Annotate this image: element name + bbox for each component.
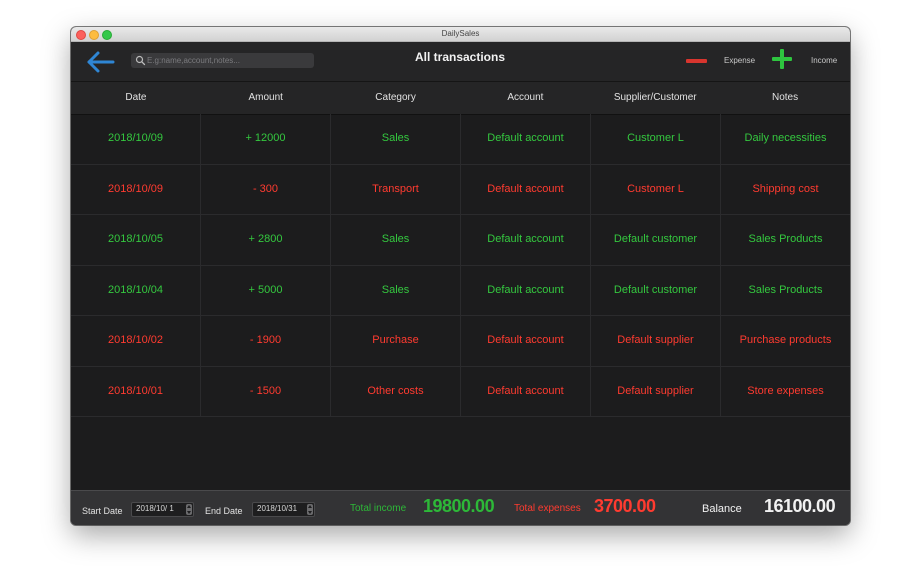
table-row[interactable]: 2018/10/02 - 1900 Purchase Default accou… (71, 316, 850, 367)
balance-value: 16100.00 (764, 496, 836, 516)
end-date-stepper[interactable] (307, 504, 313, 515)
income-label: Income (811, 56, 838, 65)
start-date-value: 2018/10/ 1 (136, 504, 174, 513)
account-cell: Default account (461, 265, 591, 315)
total-income-value: 19800.00 (423, 496, 495, 516)
date-cell: 2018/10/04 (71, 265, 201, 315)
date-cell: 2018/10/02 (71, 316, 201, 366)
back-button[interactable] (85, 50, 117, 74)
notes-cell: Daily necessities (744, 132, 827, 144)
date-cell: 2018/10/09 (71, 114, 201, 164)
date-cell: 2018/10/05 (71, 215, 201, 265)
account-cell: Default account (461, 316, 591, 366)
summary-footer: Start Date 2018/10/ 1 End Date 2018/10/3… (71, 490, 850, 525)
table-row[interactable]: 2018/10/09 - 300 Transport Default accou… (71, 164, 850, 215)
notes-cell: Store expenses (747, 384, 824, 397)
title-bar: DailySales (71, 27, 850, 42)
supplier-customer-cell: Default supplier (591, 366, 721, 416)
transactions-table: 2018/10/09 + 12000 Sales Default account… (71, 114, 850, 417)
category-cell: Other costs (331, 366, 461, 416)
category-cell: Transport (331, 164, 461, 214)
balance-label: Balance (702, 503, 742, 515)
category-cell: Sales (331, 265, 461, 315)
start-date-picker[interactable]: 2018/10/ 1 (131, 502, 194, 517)
account-cell: Default account (461, 366, 591, 416)
table-row[interactable]: 2018/10/09 + 12000 Sales Default account… (71, 114, 850, 165)
start-date-label: Start Date (82, 506, 123, 516)
expense-label: Expense (724, 56, 756, 65)
notes-cell: Shipping cost (752, 182, 819, 195)
page-title: All transactions (414, 50, 506, 64)
date-cell: 2018/10/01 (71, 366, 201, 416)
column-header-notes[interactable]: Notes (720, 82, 850, 114)
account-cell: Default account (461, 164, 591, 214)
column-header-supplier-customer[interactable]: Supplier/Customer (590, 82, 720, 114)
column-header-amount[interactable]: Amount (201, 82, 331, 114)
supplier-customer-cell: Customer L (591, 114, 721, 164)
amount-cell: + 12000 (201, 114, 331, 164)
amount-cell: + 2800 (201, 215, 331, 265)
window-title: DailySales (441, 29, 480, 38)
notes-cell: Sales Products (748, 283, 823, 296)
supplier-customer-cell: Default customer (591, 265, 721, 315)
arrow-left-icon (87, 51, 115, 73)
category-cell: Purchase (331, 316, 461, 366)
amount-cell: - 300 (201, 164, 331, 214)
category-cell: Sales (331, 114, 461, 164)
add-income-button[interactable]: Income (771, 46, 843, 74)
end-date-label: End Date (205, 506, 243, 516)
supplier-customer-cell: Customer L (591, 164, 721, 214)
total-expenses-label: Total expenses (514, 503, 581, 514)
table-header: Date Amount Category Account Supplier/Cu… (71, 81, 850, 115)
notes-cell: Purchase products (739, 334, 832, 346)
column-header-category[interactable]: Category (331, 82, 461, 114)
search-icon (135, 55, 146, 66)
table-row[interactable]: 2018/10/04 + 5000 Sales Default account … (71, 265, 850, 316)
column-header-date[interactable]: Date (71, 82, 201, 114)
search-input[interactable] (147, 53, 307, 68)
account-cell: Default account (461, 114, 591, 164)
table-row[interactable]: 2018/10/05 + 2800 Sales Default account … (71, 215, 850, 266)
search-field[interactable] (131, 53, 314, 68)
total-income-label: Total income (350, 503, 407, 514)
start-date-stepper[interactable] (186, 504, 192, 515)
amount-cell: + 5000 (201, 265, 331, 315)
date-cell: 2018/10/09 (71, 164, 201, 214)
table-row[interactable]: 2018/10/01 - 1500 Other costs Default ac… (71, 366, 850, 417)
end-date-picker[interactable]: 2018/10/31 (252, 502, 315, 517)
minus-icon (686, 59, 707, 63)
supplier-customer-cell: Default supplier (591, 316, 721, 366)
app-window: DailySales All transactions Expense (71, 27, 850, 525)
amount-cell: - 1900 (201, 316, 331, 366)
category-cell: Sales (331, 215, 461, 265)
end-date-value: 2018/10/31 (257, 504, 298, 513)
total-expenses-value: 3700.00 (594, 496, 656, 516)
supplier-customer-cell: Default customer (591, 215, 721, 265)
account-cell: Default account (461, 215, 591, 265)
add-expense-button[interactable]: Expense (686, 50, 760, 72)
column-header-account[interactable]: Account (460, 82, 590, 114)
amount-cell: - 1500 (201, 366, 331, 416)
notes-cell: Sales Products (748, 233, 823, 245)
